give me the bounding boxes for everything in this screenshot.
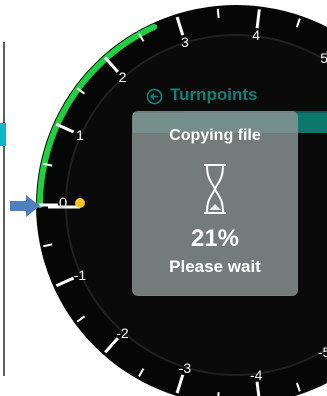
dial-label-0: 0 <box>58 194 68 212</box>
current-value-marker <box>75 198 85 208</box>
turnpoints-title: Turnpoints <box>170 85 258 104</box>
dial-label-4: 4 <box>252 27 261 44</box>
copying-file-dialog: Copying file 21% Please wait <box>132 111 298 296</box>
dial-label-3: 3 <box>180 33 189 50</box>
please-wait-text: Please wait <box>169 257 261 276</box>
hourglass-icon <box>204 164 226 214</box>
minor-dial-tick <box>217 392 220 396</box>
dial-label-minus-5: -5 <box>317 343 327 360</box>
turnpoints-icon <box>146 88 163 105</box>
dial-label-minus-2: -2 <box>116 324 129 341</box>
screen-recreation: Turnpoints Copying file 21% Please wait … <box>0 0 327 396</box>
minor-dial-tick <box>216 8 220 18</box>
dialog-title: Copying file <box>169 127 261 144</box>
dial-label-minus-1: -1 <box>73 267 87 284</box>
dial-label-2: 2 <box>118 69 127 86</box>
dial-label-minus-4: -4 <box>249 366 263 383</box>
dial-label-minus-3: -3 <box>178 360 192 377</box>
progress-percent: 21% <box>190 225 240 252</box>
dial-label-5: 5 <box>320 50 327 67</box>
dial-label-1: 1 <box>76 126 84 143</box>
arrow-right-icon <box>10 195 40 217</box>
